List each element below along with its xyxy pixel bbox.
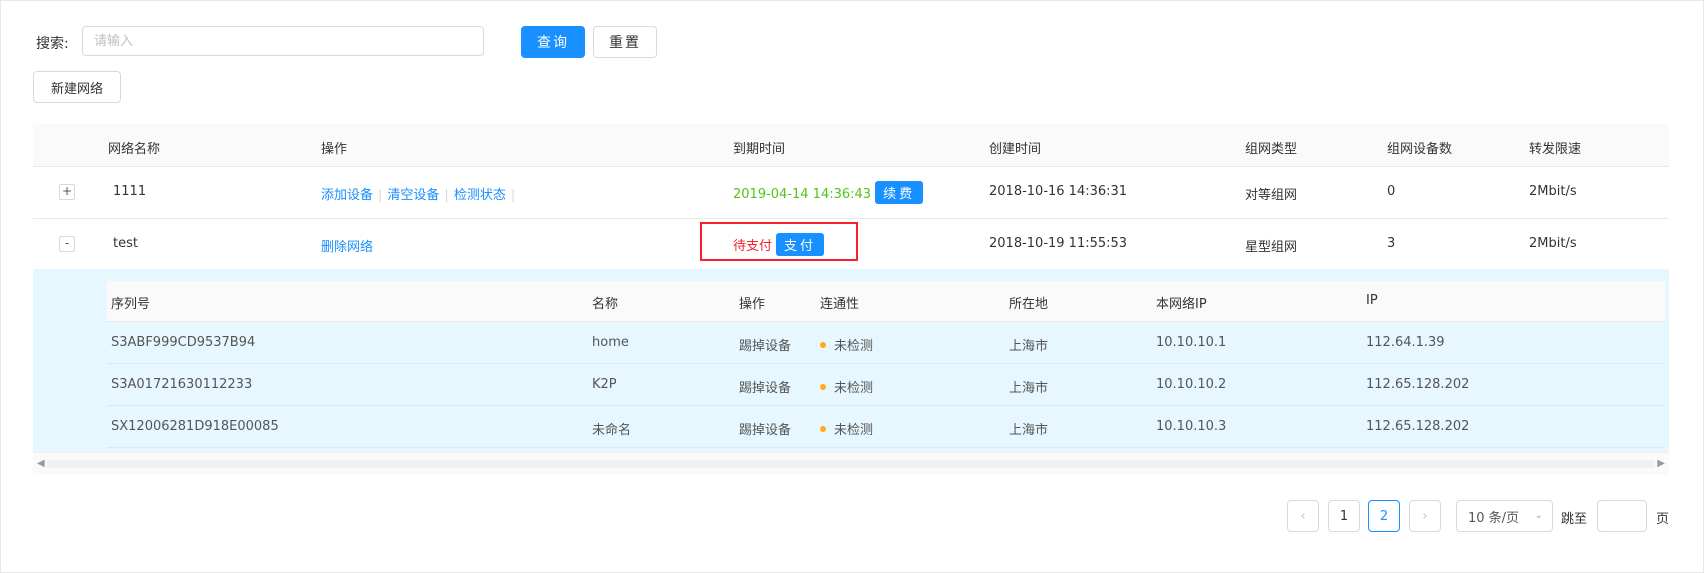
device-ip: 112.64.1.39 — [1366, 335, 1445, 350]
row-actions: 添加设备 | 清空设备 | 检测状态 | — [321, 184, 520, 203]
header-network-name: 网络名称 — [108, 142, 161, 157]
delete-network-link[interactable]: 删除网络 — [321, 240, 373, 255]
reset-button[interactable]: 重置 — [593, 26, 657, 58]
header-type: 组网类型 — [1245, 142, 1298, 157]
header-device-name: 名称 — [592, 297, 619, 312]
header-device-count: 组网设备数 — [1387, 142, 1453, 157]
query-button[interactable]: 查询 — [521, 26, 585, 58]
network-type: 星型组网 — [1245, 240, 1298, 255]
scroll-left-icon[interactable]: ◀ — [37, 458, 45, 469]
renew-button[interactable]: 续费 — [875, 181, 924, 204]
device-name: 未命名 — [592, 423, 632, 438]
network-name: test — [113, 236, 138, 251]
jump-page-input[interactable] — [1597, 500, 1647, 532]
header-device-action: 操作 — [739, 297, 766, 312]
pay-button[interactable]: 支付 — [776, 233, 825, 256]
device-row: S3ABF999CD9537B94 home 踢掉设备 未检测 上海市 10.1… — [107, 322, 1665, 364]
kick-device-link[interactable]: 踢掉设备 — [739, 335, 791, 354]
connectivity-text: 未检测 — [834, 423, 874, 438]
network-type: 对等组网 — [1245, 188, 1298, 203]
connectivity-status: 未检测 — [820, 419, 873, 438]
connectivity-text: 未检测 — [834, 381, 874, 396]
device-row: SX12006281D918E00085 未命名 踢掉设备 未检测 上海市 10… — [107, 406, 1665, 448]
created-time: 2018-10-16 14:36:31 — [989, 184, 1128, 199]
page-1-button[interactable]: 1 — [1328, 500, 1360, 532]
connectivity-text: 未检测 — [834, 339, 874, 354]
kick-device-link[interactable]: 踢掉设备 — [739, 377, 791, 396]
device-location: 上海市 — [1009, 423, 1049, 438]
scroll-right-icon[interactable]: ▶ — [1657, 458, 1665, 469]
device-row: S3A01721630112233 K2P 踢掉设备 未检测 上海市 10.10… — [107, 364, 1665, 406]
table-row: - test 删除网络 待支付 支付 2018-10-19 11:55:53 星型… — [33, 219, 1669, 271]
header-network-ip: 本网络IP — [1156, 297, 1207, 312]
divider: | — [510, 188, 516, 203]
device-network-ip: 10.10.10.1 — [1156, 335, 1227, 350]
device-count: 0 — [1387, 184, 1396, 199]
expand-toggle[interactable]: + — [59, 184, 75, 200]
header-serial: 序列号 — [111, 297, 151, 312]
jump-label: 跳至 — [1561, 512, 1588, 527]
table-row: + 1111 添加设备 | 清空设备 | 检测状态 | 2019-04-14 14:36:… — [33, 167, 1669, 219]
header-expiry: 到期时间 — [733, 142, 786, 157]
chevron-down-icon: ⌄ — [1534, 510, 1543, 521]
created-time: 2018-10-19 11:55:53 — [989, 236, 1128, 251]
divider: | — [444, 188, 449, 203]
speed-limit: 2Mbit/s — [1529, 184, 1577, 199]
device-serial: S3A01721630112233 — [111, 377, 253, 392]
connectivity-status: 未检测 — [820, 377, 873, 396]
scrollbar-track[interactable] — [47, 460, 1655, 468]
new-network-button[interactable]: 新建网络 — [33, 71, 121, 103]
page-size-select[interactable]: 10 条/页 ⌄ — [1456, 500, 1553, 532]
row-actions: 删除网络 — [321, 236, 373, 255]
device-location: 上海市 — [1009, 339, 1049, 354]
expanded-device-panel: 序列号 名称 操作 连通性 所在地 本网络IP IP S3ABF999CD953… — [33, 269, 1669, 475]
clear-devices-link[interactable]: 清空设备 — [387, 188, 439, 203]
expiry-time: 2019-04-14 14:36:43 — [733, 187, 872, 202]
page-suffix-label: 页 — [1656, 512, 1670, 527]
search-label: 搜索: — [36, 36, 69, 52]
device-name: home — [592, 335, 629, 350]
network-table: 网络名称 操作 到期时间 创建时间 组网类型 组网设备数 转发限速 + 1111… — [33, 124, 1669, 475]
device-location: 上海市 — [1009, 381, 1049, 396]
device-serial: S3ABF999CD9537B94 — [111, 335, 256, 350]
pending-payment-status: 待支付 — [733, 239, 773, 254]
prev-page-button[interactable]: ‹ — [1287, 500, 1319, 532]
status-dot-icon — [820, 342, 826, 348]
expiry-cell: 2019-04-14 14:36:43 续费 — [733, 181, 924, 204]
kick-device-link[interactable]: 踢掉设备 — [739, 419, 791, 438]
device-ip: 112.65.128.202 — [1366, 377, 1470, 392]
device-name: K2P — [592, 377, 617, 392]
header-created: 创建时间 — [989, 142, 1042, 157]
header-actions: 操作 — [321, 142, 348, 157]
header-connectivity: 连通性 — [820, 297, 860, 312]
divider: | — [378, 188, 383, 203]
connectivity-status: 未检测 — [820, 335, 873, 354]
header-speed: 转发限速 — [1529, 142, 1582, 157]
speed-limit: 2Mbit/s — [1529, 236, 1577, 251]
expiry-cell: 待支付 支付 — [733, 233, 825, 256]
device-network-ip: 10.10.10.3 — [1156, 419, 1227, 434]
next-page-button[interactable]: › — [1409, 500, 1441, 532]
horizontal-scrollbar[interactable]: ◀ ▶ — [33, 452, 1669, 475]
page-size-value: 10 条/页 — [1468, 510, 1520, 526]
table-header: 网络名称 操作 到期时间 创建时间 组网类型 组网设备数 转发限速 — [33, 124, 1669, 167]
add-device-link[interactable]: 添加设备 — [321, 188, 373, 203]
header-location: 所在地 — [1009, 297, 1049, 312]
status-dot-icon — [820, 384, 826, 390]
page-2-button[interactable]: 2 — [1368, 500, 1400, 532]
check-status-link[interactable]: 检测状态 — [454, 188, 506, 203]
device-table-header: 序列号 名称 操作 连通性 所在地 本网络IP IP — [107, 281, 1665, 322]
device-ip: 112.65.128.202 — [1366, 419, 1470, 434]
device-serial: SX12006281D918E00085 — [111, 419, 279, 434]
collapse-toggle[interactable]: - — [59, 236, 75, 252]
header-ip: IP — [1366, 293, 1378, 308]
device-network-ip: 10.10.10.2 — [1156, 377, 1227, 392]
status-dot-icon — [820, 426, 826, 432]
network-name: 1111 — [113, 184, 147, 199]
device-count: 3 — [1387, 236, 1396, 251]
search-input[interactable] — [82, 26, 484, 56]
